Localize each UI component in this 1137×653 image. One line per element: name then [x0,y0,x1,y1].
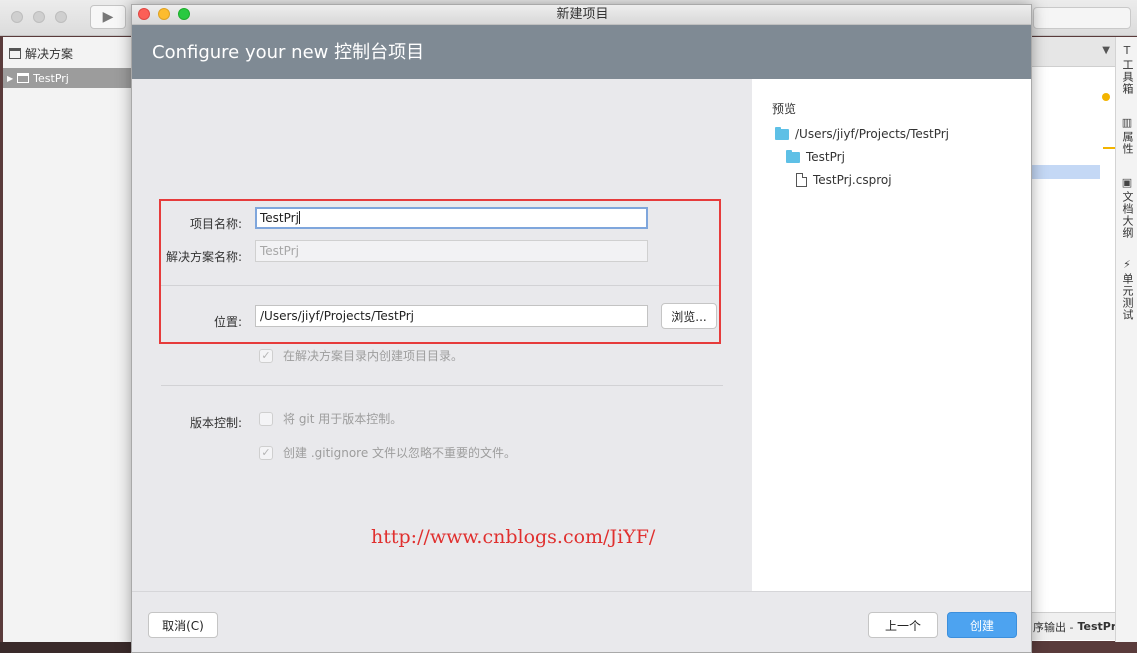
gitignore-label: 创建 .gitignore 文件以忽略不重要的文件。 [283,446,517,460]
outline-icon: ▣ [1121,176,1133,189]
use-git-checkbox[interactable] [259,411,273,426]
solution-name-label: 解决方案名称: [165,250,242,264]
properties-tab-label: 属性 [1121,131,1134,155]
create-dir-checkbox[interactable]: ✓ [259,348,273,363]
create-dir-label: 在解决方案目录内创建项目目录。 [283,349,464,363]
create-project-dir-option[interactable]: ✓ 在解决方案目录内创建项目目录。 [259,347,463,364]
window-close-inactive-icon[interactable] [11,11,23,23]
solution-pad-header: 解决方案 [9,45,73,62]
document-outline-tab-label: 文档大纲 [1121,191,1134,239]
preview-project-folder: TestPrj [786,149,845,164]
preview-pane: 预览 /Users/jiyf/Projects/TestPrj TestPrj … [752,79,1031,591]
location-input[interactable]: /Users/jiyf/Projects/TestPrj [255,305,648,327]
folder-icon [786,149,800,163]
editor-area[interactable]: ▼ [1031,37,1116,641]
right-tool-strip: T 工具箱 ▥ 属性 ▣ 文档大纲 ⚡ 单元测试 [1115,37,1137,642]
use-git-option[interactable]: 将 git 用于版本控制。 [259,410,402,427]
solution-pad: 解决方案 ▶ TestPrj [3,37,131,642]
toolbox-tab-label: 工具箱 [1121,59,1134,95]
unit-tests-tab-label: 单元测试 [1121,273,1134,321]
editor-tab-bar: ▼ [1032,37,1116,67]
ide-search-field[interactable] [1033,7,1131,29]
scroll-marker [1103,147,1115,149]
warning-marker-icon [1102,93,1110,101]
text-caret [298,211,300,224]
status-prefix: 序输出 - [1033,620,1074,634]
minimize-window-icon[interactable] [158,8,170,20]
dialog-heading: Configure your new 控制台项目 [152,42,425,63]
chevron-down-icon[interactable]: ▼ [1102,45,1110,56]
preview-file-label: TestPrj.csproj [813,173,892,187]
preview-project-file: TestPrj.csproj [796,173,892,187]
solution-pad-icon [9,48,21,59]
form-divider [161,285,719,286]
section-divider [161,385,723,386]
preview-title: 预览 [772,102,797,116]
play-icon: ▶ [102,9,114,25]
disclosure-triangle-icon[interactable]: ▶ [7,74,13,83]
blog-watermark: http://www.cnblogs.com/JiYF/ [371,526,656,548]
document-outline-tab[interactable]: ▣ 文档大纲 [1118,176,1136,240]
solution-tree-item[interactable]: ▶ TestPrj [3,68,131,88]
project-name-value: TestPrj [260,211,299,225]
window-minimize-inactive-icon[interactable] [33,11,45,23]
gitignore-checkbox[interactable]: ✓ [259,445,273,460]
solution-icon [17,73,30,83]
dialog-footer: 取消(C) 上一个 创建 [132,591,1031,652]
dialog-window-title: 新建项目 [556,7,609,22]
previous-button[interactable]: 上一个 [868,612,938,638]
properties-icon: ▥ [1121,116,1133,129]
lightning-icon: ⚡ [1123,258,1131,271]
close-window-icon[interactable] [138,8,150,20]
project-form: 项目名称: TestPrj 解决方案名称: TestPrj 位置: /Users… [132,79,752,591]
solution-pad-title: 解决方案 [25,47,74,61]
file-icon [796,173,807,187]
preview-root-label: /Users/jiyf/Projects/TestPrj [795,127,950,141]
version-control-label: 版本控制: [189,416,242,430]
unit-tests-tab[interactable]: ⚡ 单元测试 [1118,258,1136,322]
preview-root-folder: /Users/jiyf/Projects/TestPrj [775,126,950,141]
dialog-header: Configure your new 控制台项目 [132,25,1031,79]
desktop-background-strip [0,642,131,653]
new-project-dialog: 新建项目 Configure your new 控制台项目 项目名称: Test… [131,4,1032,653]
toolbox-icon: T [1123,44,1131,57]
status-project: TestPrj [1077,620,1121,633]
solution-tree-item-label: TestPrj [33,71,69,85]
gitignore-option[interactable]: ✓ 创建 .gitignore 文件以忽略不重要的文件。 [259,444,516,461]
location-label: 位置: [213,315,242,329]
cancel-button[interactable]: 取消(C) [148,612,218,638]
run-button[interactable]: ▶ [90,5,126,29]
window-zoom-inactive-icon[interactable] [55,11,67,23]
project-name-label: 项目名称: [189,217,242,231]
folder-icon [775,126,789,140]
toolbox-tab[interactable]: T 工具箱 [1118,44,1136,96]
use-git-label: 将 git 用于版本控制。 [283,412,403,426]
zoom-window-icon[interactable] [178,8,190,20]
editor-selection [1032,165,1100,179]
preview-folder-label: TestPrj [806,150,845,164]
dialog-titlebar: 新建项目 [132,5,1031,25]
project-name-input[interactable]: TestPrj [255,207,648,229]
create-button[interactable]: 创建 [947,612,1017,638]
solution-name-input[interactable]: TestPrj [255,240,648,262]
browse-button[interactable]: 浏览... [661,303,717,329]
properties-tab[interactable]: ▥ 属性 [1118,116,1136,156]
